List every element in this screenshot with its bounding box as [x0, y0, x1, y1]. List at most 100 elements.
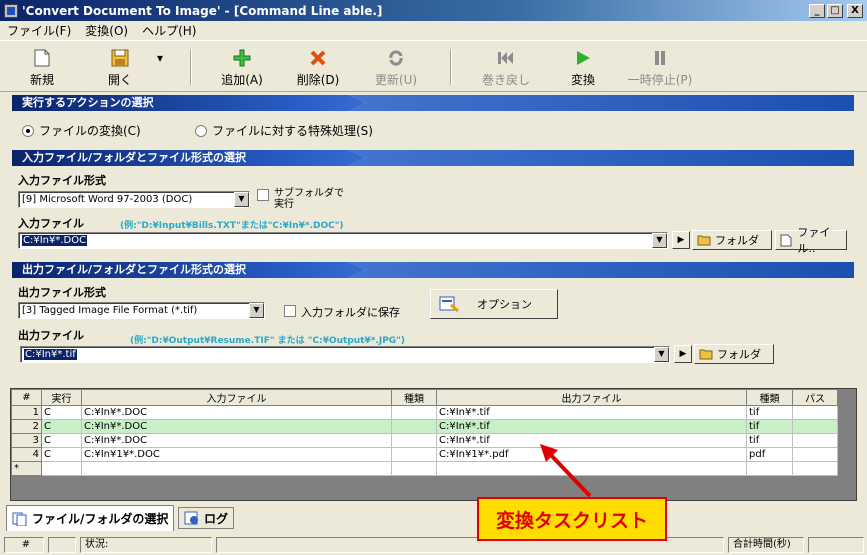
- delete-button[interactable]: 削除(D): [288, 47, 348, 89]
- table-row-new[interactable]: *: [11, 461, 838, 476]
- output-format-select[interactable]: [3] Tagged Image File Format (*.tif) ▼: [18, 302, 265, 319]
- col-header-path[interactable]: パス: [792, 389, 838, 406]
- col-header-output-file[interactable]: 出力ファイル: [436, 389, 747, 406]
- open-dropdown[interactable]: ▾: [150, 47, 170, 89]
- cell-output-type[interactable]: [746, 461, 793, 476]
- output-section-header: 出力ファイル/フォルダとファイル形式の選択: [12, 262, 854, 278]
- cell-input-file[interactable]: C:¥In¥1¥*.DOC: [81, 447, 392, 462]
- pause-label: 一時停止(P): [627, 73, 693, 87]
- input-format-value: [9] Microsoft Word 97-2003 (DOC): [22, 194, 193, 205]
- options-label: オプション: [477, 298, 532, 311]
- cell-input-file[interactable]: C:¥In¥*.DOC: [81, 419, 392, 434]
- cell-run[interactable]: [41, 461, 82, 476]
- menu-convert[interactable]: 変換(O): [78, 22, 135, 39]
- row-number: 3: [11, 433, 42, 448]
- cell-path[interactable]: [792, 433, 838, 448]
- cell-output-type[interactable]: pdf: [746, 447, 793, 462]
- col-header-output-type[interactable]: 種類: [746, 389, 793, 406]
- table-row[interactable]: 4 C C:¥In¥1¥*.DOC C:¥In¥1¥*.pdf pdf: [11, 447, 838, 462]
- convert-radio-label: ファイルの変換(C): [39, 124, 141, 138]
- update-button[interactable]: 更新(U): [366, 47, 426, 89]
- delete-label: 削除(D): [296, 73, 340, 87]
- cell-path[interactable]: [792, 405, 838, 420]
- cell-output-type[interactable]: tif: [746, 433, 793, 448]
- cell-input-type[interactable]: [391, 433, 437, 448]
- status-count: #: [4, 537, 44, 553]
- convert-button[interactable]: 変換: [553, 47, 613, 89]
- pause-icon: [649, 47, 671, 69]
- task-table: # 実行 入力ファイル 種類 出力ファイル 種類 パス 1 C C:¥In¥*.…: [11, 389, 838, 476]
- output-run-button[interactable]: ▶: [674, 345, 692, 363]
- input-format-select[interactable]: [9] Microsoft Word 97-2003 (DOC) ▼: [18, 191, 250, 208]
- col-header-input-file[interactable]: 入力ファイル: [81, 389, 392, 406]
- cell-path[interactable]: [792, 419, 838, 434]
- output-file-field[interactable]: C:¥In¥*.tif ▼: [20, 346, 670, 363]
- cell-run[interactable]: C: [41, 405, 82, 420]
- table-row[interactable]: 2 C C:¥In¥*.DOC C:¥In¥*.tif tif: [11, 419, 838, 434]
- cell-input-type[interactable]: [391, 405, 437, 420]
- save-input-folder-checkbox[interactable]: 入力フォルダに保存: [284, 304, 400, 320]
- new-button[interactable]: 新規: [12, 47, 72, 89]
- chevron-down-icon[interactable]: ▼: [234, 192, 249, 207]
- tab-log[interactable]: ログ: [178, 507, 235, 529]
- options-button[interactable]: オプション: [430, 289, 558, 319]
- minimize-button[interactable]: _: [809, 3, 825, 18]
- cell-input-type[interactable]: [391, 447, 437, 462]
- table-row[interactable]: 1 C C:¥In¥*.DOC C:¥In¥*.tif tif: [11, 405, 838, 420]
- menu-help[interactable]: ヘルプ(H): [135, 22, 203, 39]
- annotation-arrow-icon: [540, 444, 592, 498]
- cell-run[interactable]: C: [41, 433, 82, 448]
- convert-label: 変換: [570, 73, 595, 87]
- cell-run[interactable]: C: [41, 447, 82, 462]
- cell-path[interactable]: [792, 461, 838, 476]
- cell-input-file[interactable]: C:¥In¥*.DOC: [81, 405, 392, 420]
- options-icon: [439, 295, 459, 313]
- col-header-run[interactable]: 実行: [41, 389, 82, 406]
- close-button[interactable]: X: [847, 3, 863, 18]
- cell-input-file[interactable]: [81, 461, 392, 476]
- pause-button[interactable]: 一時停止(P): [625, 47, 695, 89]
- rewind-button[interactable]: 巻き戻し: [476, 47, 536, 89]
- cell-input-type[interactable]: [391, 419, 437, 434]
- open-button[interactable]: 開く: [90, 47, 150, 89]
- cell-path[interactable]: [792, 447, 838, 462]
- row-number: 2: [11, 419, 42, 434]
- subfolder-checkbox[interactable]: サブフォルダで実行: [257, 188, 352, 210]
- special-radio[interactable]: ファイルに対する特殊処理(S): [195, 122, 373, 139]
- folder-icon: [699, 348, 713, 360]
- play-icon: [572, 47, 594, 69]
- task-list-annotation: 変換タスクリスト: [477, 497, 667, 541]
- col-header-number[interactable]: #: [11, 389, 42, 406]
- cell-output-type[interactable]: tif: [746, 405, 793, 420]
- output-folder-button[interactable]: フォルダ: [694, 344, 774, 364]
- menu-file[interactable]: ファイル(F): [0, 22, 78, 39]
- cell-output-file[interactable]: C:¥In¥*.tif: [436, 419, 747, 434]
- maximize-button[interactable]: □: [827, 3, 843, 18]
- title-bar: 'Convert Document To Image' - [Command L…: [0, 0, 867, 21]
- input-folder-button[interactable]: フォルダ: [692, 230, 772, 250]
- radio-unselected: [195, 124, 207, 137]
- cell-input-type[interactable]: [391, 461, 437, 476]
- input-file-field[interactable]: C:¥In¥*.DOC ▼: [18, 232, 668, 249]
- table-row[interactable]: 3 C C:¥In¥*.DOC C:¥In¥*.tif tif: [11, 433, 838, 448]
- convert-radio[interactable]: ファイルの変換(C): [22, 122, 141, 139]
- row-number: 1: [11, 405, 42, 420]
- input-file-label: 入力ファイル: [18, 217, 84, 230]
- tab-file-folder[interactable]: ファイル/フォルダの選択: [6, 505, 175, 531]
- cell-input-file[interactable]: C:¥In¥*.DOC: [81, 433, 392, 448]
- cell-output-type[interactable]: tif: [746, 419, 793, 434]
- input-format-label: 入力ファイル形式: [18, 174, 106, 187]
- task-grid: # 実行 入力ファイル 種類 出力ファイル 種類 パス 1 C C:¥In¥*.…: [10, 388, 857, 501]
- add-button[interactable]: 追加(A): [212, 47, 272, 89]
- status-time-value: [808, 537, 864, 553]
- input-file-button[interactable]: ファイル..: [775, 226, 847, 255]
- chevron-down-icon[interactable]: ▼: [249, 303, 264, 318]
- chevron-down-icon[interactable]: ▼: [654, 347, 669, 362]
- chevron-down-icon[interactable]: ▼: [652, 233, 667, 248]
- input-run-button[interactable]: ▶: [672, 231, 690, 249]
- col-header-input-type[interactable]: 種類: [391, 389, 437, 406]
- open-label: 開く: [107, 73, 132, 87]
- cell-output-file[interactable]: C:¥In¥*.tif: [436, 405, 747, 420]
- checkbox-box: [257, 189, 269, 201]
- cell-run[interactable]: C: [41, 419, 82, 434]
